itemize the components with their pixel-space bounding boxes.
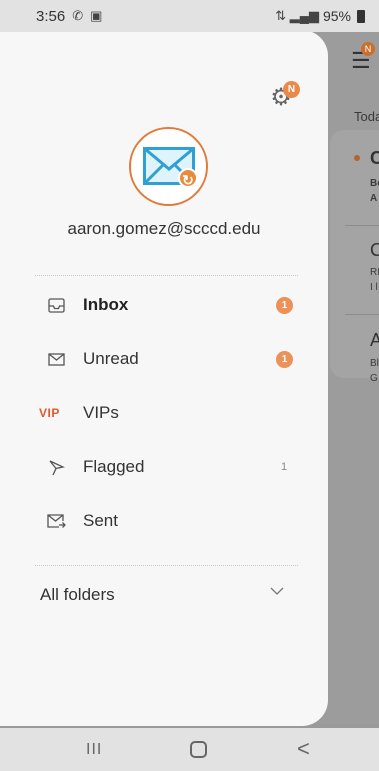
account-avatar[interactable]: ↻ bbox=[129, 127, 208, 206]
divider bbox=[345, 225, 379, 226]
drawer-item-label: Flagged bbox=[83, 457, 145, 476]
envelope-icon bbox=[45, 348, 67, 370]
bg-item-line: G bbox=[370, 373, 378, 384]
drawer-item-flagged[interactable]: Flagged 1 bbox=[0, 440, 328, 494]
sync-icon: ↻ bbox=[178, 168, 198, 188]
unread-dot-icon bbox=[354, 155, 360, 161]
home-button[interactable] bbox=[190, 741, 207, 758]
flag-icon bbox=[45, 456, 67, 478]
bg-item-title: C bbox=[370, 148, 379, 168]
drawer-item-unread[interactable]: Unread 1 bbox=[0, 332, 328, 386]
battery-icon bbox=[357, 9, 365, 23]
background-section-label: Toda bbox=[354, 109, 379, 124]
bg-item-line: Bl bbox=[370, 358, 379, 369]
background-badge: N bbox=[361, 42, 375, 56]
status-bar: 3:56 ✆ ▣ ⇅ ▂▄▆ 95% bbox=[0, 0, 379, 32]
drawer-item-label: Sent bbox=[83, 511, 118, 530]
inbox-icon bbox=[45, 294, 67, 316]
unread-badge: 1 bbox=[276, 350, 293, 368]
bg-item-line: A bbox=[370, 193, 378, 204]
drawer-item-label: Inbox bbox=[83, 295, 129, 314]
inbox-unread-badge: 1 bbox=[276, 296, 293, 314]
status-right: ⇅ ▂▄▆ 95% bbox=[275, 8, 365, 24]
drawer-item-inbox[interactable]: Inbox 1 bbox=[0, 278, 328, 332]
dotted-divider bbox=[35, 565, 298, 566]
bg-item-title: C bbox=[370, 240, 379, 260]
image-icon: ▣ bbox=[90, 8, 103, 23]
all-folders-label: All folders bbox=[40, 585, 115, 604]
battery-level: 95% bbox=[322, 8, 351, 24]
back-button[interactable]: < bbox=[297, 736, 310, 762]
account-email: aaron.gomez@scccd.edu bbox=[67, 219, 261, 238]
all-folders-row[interactable]: All folders bbox=[0, 567, 328, 621]
dotted-divider bbox=[35, 275, 298, 276]
signal-icon: ⇅ ▂▄▆ bbox=[275, 8, 319, 23]
bg-item-line: I l bbox=[370, 282, 378, 293]
bg-item-line: RI bbox=[370, 267, 379, 278]
drawer-item-label: Unread bbox=[83, 349, 139, 368]
sent-icon bbox=[45, 510, 67, 532]
wifi-call-icon: ✆ bbox=[72, 8, 84, 23]
bg-item-title: A bbox=[370, 330, 379, 350]
flagged-count: 1 bbox=[281, 461, 288, 473]
status-left: 3:56 ✆ ▣ bbox=[36, 8, 102, 25]
vip-icon: VIP bbox=[39, 406, 60, 420]
drawer-item-vips[interactable]: VIP VIPs bbox=[0, 386, 328, 440]
status-time: 3:56 bbox=[36, 7, 66, 25]
bg-item-line: Bo bbox=[370, 178, 379, 189]
navigation-drawer: ⚙ N ↻ aaron.gomez@scccd.edu Inbox 1 Unre… bbox=[0, 30, 328, 726]
drawer-item-label: VIPs bbox=[83, 403, 119, 422]
divider bbox=[345, 314, 379, 315]
chevron-down-icon bbox=[270, 583, 284, 599]
settings-badge: N bbox=[283, 81, 300, 98]
drawer-item-sent[interactable]: Sent bbox=[0, 494, 328, 548]
system-navigation-bar: III < bbox=[0, 728, 379, 771]
recents-button[interactable]: III bbox=[86, 741, 102, 759]
